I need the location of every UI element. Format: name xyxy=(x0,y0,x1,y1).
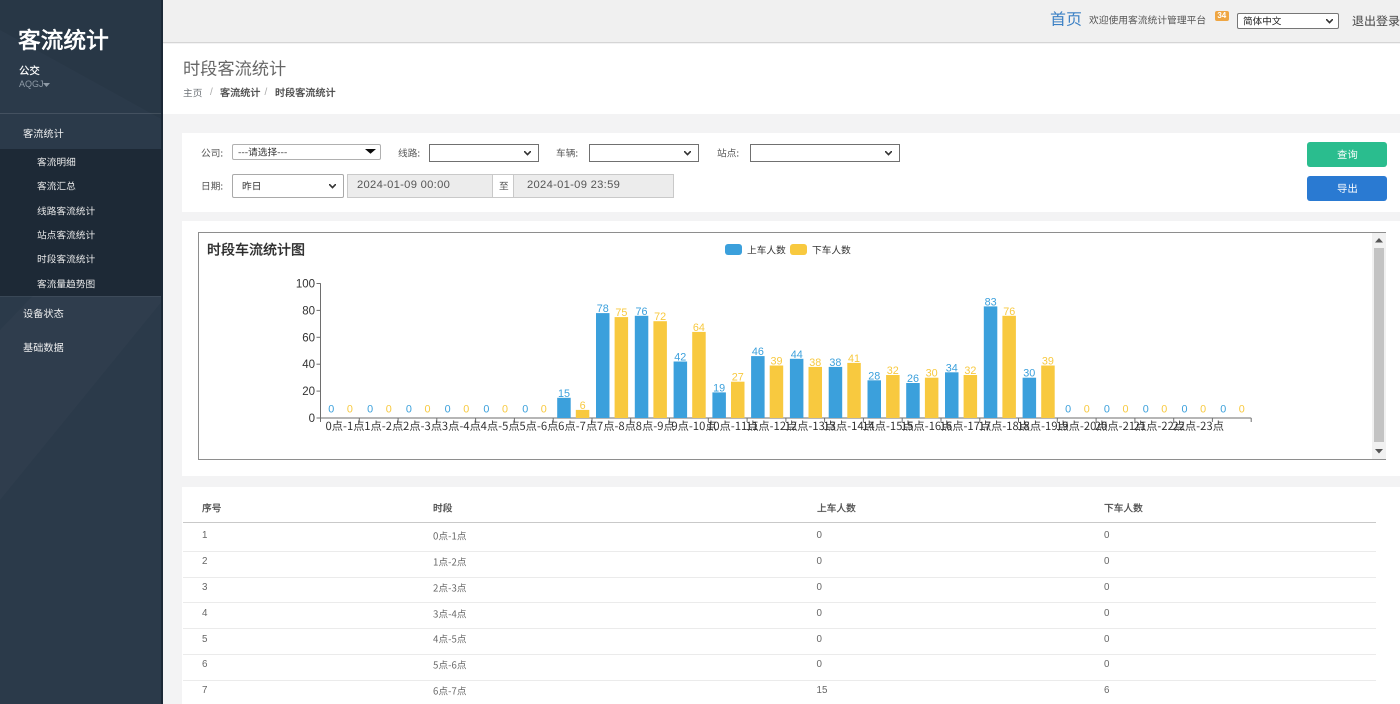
svg-text:0: 0 xyxy=(502,404,508,416)
svg-text:0: 0 xyxy=(1122,404,1128,416)
svg-text:76: 76 xyxy=(1003,306,1015,318)
svg-text:38: 38 xyxy=(829,357,841,369)
svg-text:80: 80 xyxy=(302,305,315,317)
svg-text:0: 0 xyxy=(522,404,528,416)
svg-text:28: 28 xyxy=(868,370,880,382)
svg-text:0: 0 xyxy=(1181,404,1187,416)
svg-text:0: 0 xyxy=(445,404,451,416)
svg-text:42: 42 xyxy=(674,352,686,364)
svg-text:0: 0 xyxy=(386,404,392,416)
svg-text:0: 0 xyxy=(1104,404,1110,416)
svg-text:38: 38 xyxy=(809,357,821,369)
svg-text:39: 39 xyxy=(1042,356,1054,368)
svg-text:27: 27 xyxy=(732,372,744,384)
svg-text:0: 0 xyxy=(367,404,373,416)
svg-text:60: 60 xyxy=(302,332,315,344)
svg-text:78: 78 xyxy=(597,303,609,315)
svg-text:30: 30 xyxy=(1023,368,1035,380)
svg-text:19: 19 xyxy=(713,382,725,394)
svg-text:40: 40 xyxy=(302,359,315,371)
svg-text:6: 6 xyxy=(580,400,586,412)
svg-text:34: 34 xyxy=(946,362,958,374)
svg-text:39: 39 xyxy=(770,356,782,368)
svg-text:0: 0 xyxy=(1239,404,1245,416)
svg-text:0: 0 xyxy=(483,404,489,416)
svg-text:32: 32 xyxy=(887,365,899,377)
svg-text:46: 46 xyxy=(752,346,764,358)
svg-text:0: 0 xyxy=(1220,404,1226,416)
svg-text:20: 20 xyxy=(302,386,315,398)
svg-text:0: 0 xyxy=(1065,404,1071,416)
svg-text:0: 0 xyxy=(541,404,547,416)
svg-text:30: 30 xyxy=(926,368,938,380)
svg-text:0: 0 xyxy=(309,413,315,425)
svg-text:75: 75 xyxy=(615,307,627,319)
svg-text:0: 0 xyxy=(406,404,412,416)
svg-text:83: 83 xyxy=(985,296,997,308)
svg-text:0: 0 xyxy=(463,404,469,416)
svg-text:0: 0 xyxy=(328,404,334,416)
svg-text:76: 76 xyxy=(635,306,647,318)
svg-text:64: 64 xyxy=(693,322,705,334)
svg-text:15: 15 xyxy=(558,388,570,400)
svg-text:0: 0 xyxy=(1143,404,1149,416)
svg-text:26: 26 xyxy=(907,373,919,385)
svg-text:72: 72 xyxy=(654,311,666,323)
svg-text:0: 0 xyxy=(1161,404,1167,416)
svg-text:41: 41 xyxy=(848,353,860,365)
svg-text:0: 0 xyxy=(1084,404,1090,416)
svg-text:32: 32 xyxy=(964,365,976,377)
svg-text:0: 0 xyxy=(347,404,353,416)
svg-text:100: 100 xyxy=(296,279,315,291)
svg-text:0: 0 xyxy=(1200,404,1206,416)
svg-text:0: 0 xyxy=(424,404,430,416)
svg-text:44: 44 xyxy=(791,349,803,361)
